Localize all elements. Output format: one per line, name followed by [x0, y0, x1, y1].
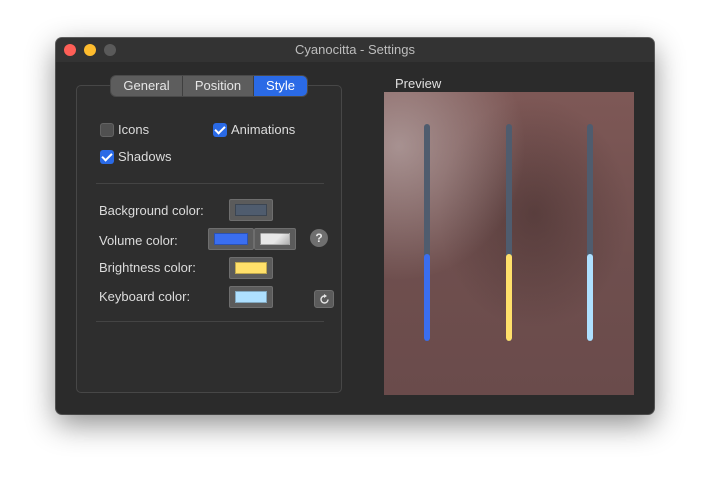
keyboard-preview-bar [587, 124, 593, 341]
separator-top [96, 183, 324, 184]
animations-checkbox[interactable] [213, 123, 227, 137]
preview-label: Preview [395, 76, 442, 91]
brightness-preview-bar [506, 124, 512, 341]
brightness-color-swatch [235, 262, 267, 274]
animations-label: Animations [231, 122, 296, 137]
keyboard-color-swatch [235, 291, 267, 303]
icons-checkbox[interactable] [100, 123, 114, 137]
volume-color-swatch [214, 233, 248, 245]
shadows-checkbox[interactable] [100, 150, 114, 164]
volume-level-fill [424, 254, 430, 341]
keyboard-color-label: Keyboard color: [99, 289, 191, 304]
preview-area [384, 92, 634, 395]
background-color-swatch [235, 204, 267, 216]
tab-bar: General Position Style [111, 76, 307, 96]
keyboard-color-well[interactable] [229, 286, 273, 308]
help-button[interactable]: ? [310, 229, 328, 247]
shadows-label: Shadows [118, 149, 172, 164]
reset-colors-button[interactable] [314, 290, 334, 308]
volume-color-well[interactable] [208, 228, 254, 250]
brightness-color-well[interactable] [229, 257, 273, 279]
window-title: Cyanocitta - Settings [295, 42, 415, 57]
brightness-level-fill [506, 254, 512, 341]
icons-label: Icons [118, 122, 150, 137]
title-bar: Cyanocitta - Settings [56, 38, 654, 62]
keyboard-level-fill [587, 254, 593, 341]
volume-color-label: Volume color: [99, 233, 178, 248]
volume-preview-bar [424, 124, 430, 341]
background-color-well[interactable] [229, 199, 273, 221]
tab-position[interactable]: Position [182, 76, 253, 96]
volume-alt-color-well[interactable] [254, 228, 296, 250]
separator-bottom [96, 321, 324, 322]
tab-style[interactable]: Style [253, 76, 307, 96]
tab-general[interactable]: General [111, 76, 182, 96]
settings-window: Cyanocitta - Settings Icons Animations S… [56, 38, 654, 414]
background-color-label: Background color: [99, 203, 204, 218]
brightness-color-label: Brightness color: [99, 260, 196, 275]
volume-alt-color-swatch [260, 233, 290, 245]
